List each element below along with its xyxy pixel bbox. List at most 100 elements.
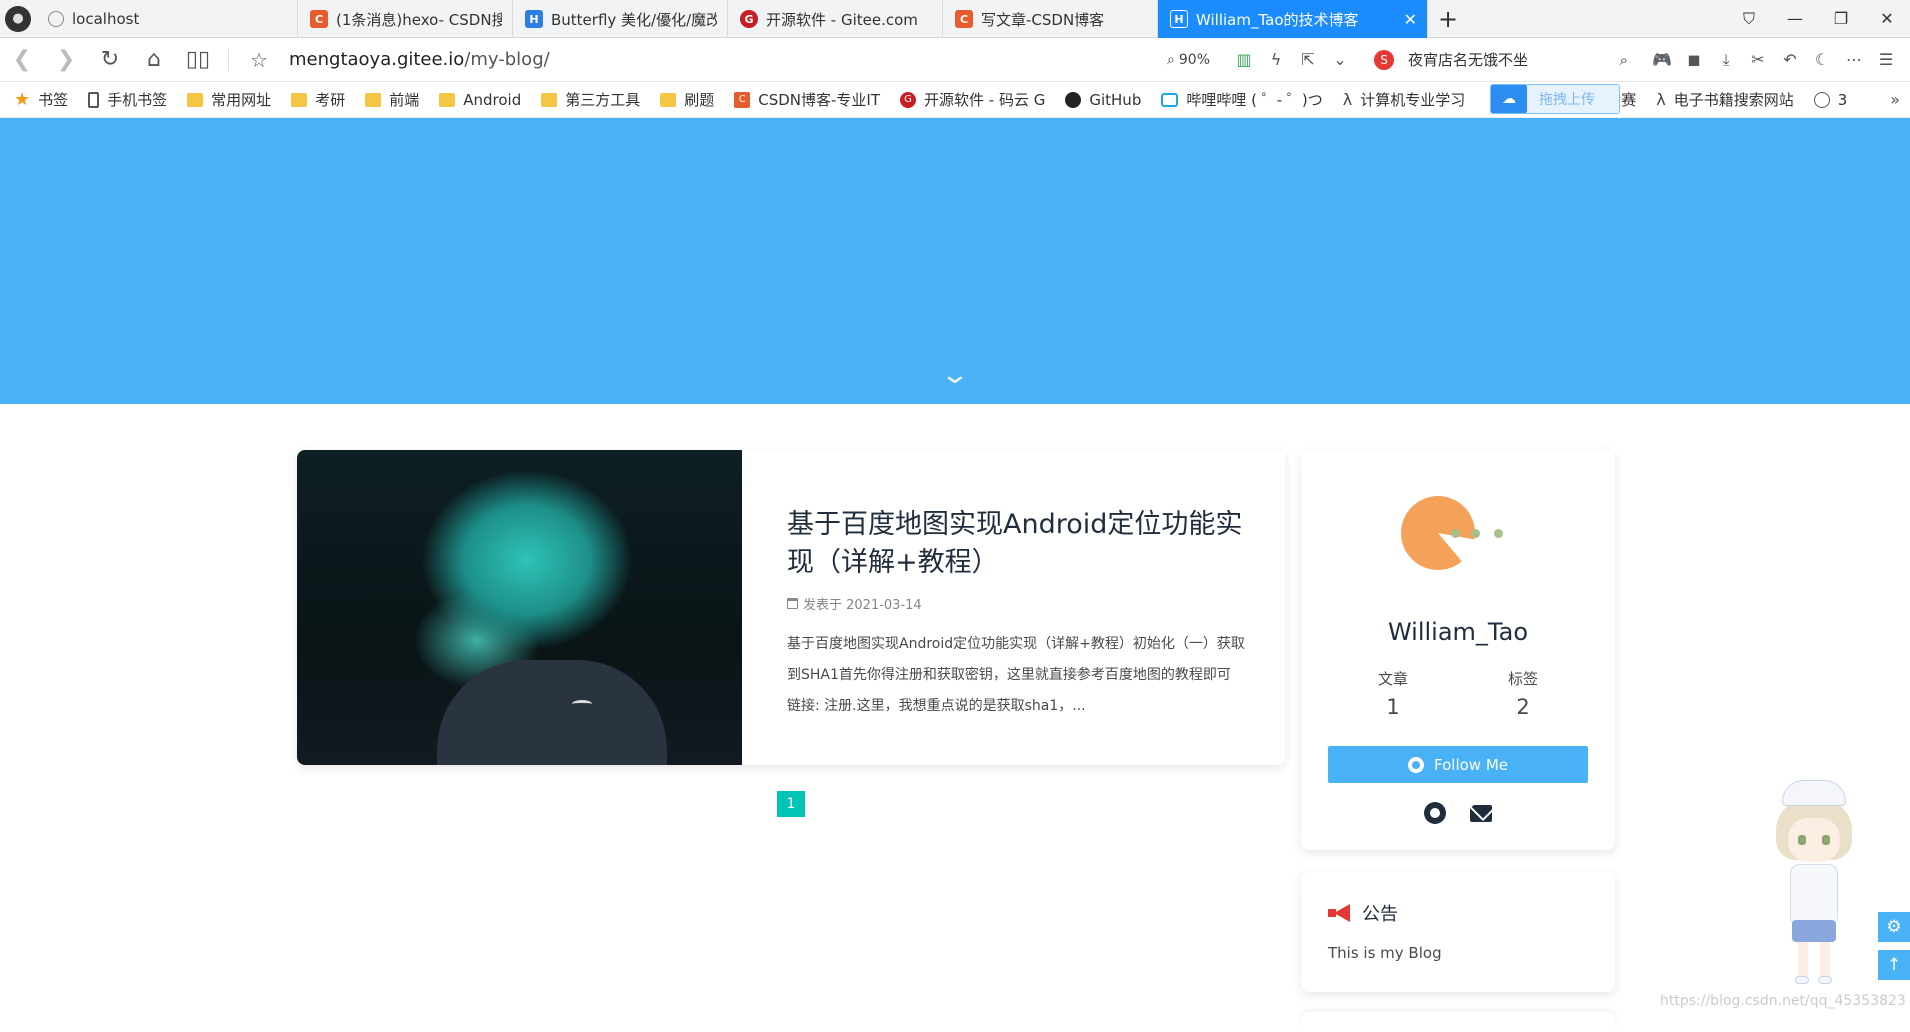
bookmark-item[interactable]: ★ 书签 xyxy=(14,89,68,110)
chevron-down-icon[interactable]: ⌄ xyxy=(1324,50,1356,69)
night-mode-icon[interactable]: ☾ xyxy=(1806,50,1838,69)
post-card[interactable]: 基于百度地图实现Android定位功能实现（详解+教程） 发表于 2021-03… xyxy=(297,450,1285,765)
restore-button[interactable]: ❐ xyxy=(1818,9,1864,28)
browser-tab-gitee[interactable]: G 开源软件 - Gitee.com xyxy=(728,0,943,38)
calendar-icon xyxy=(787,598,798,609)
bilibili-icon xyxy=(1161,92,1179,107)
home-button[interactable]: ⌂ xyxy=(132,47,176,72)
bookmark-folder[interactable]: 刷题 xyxy=(660,89,714,110)
bookmark-label: 前端 xyxy=(389,91,420,109)
hexo-icon: H xyxy=(1170,10,1188,28)
new-tab-button[interactable]: + xyxy=(1428,0,1468,37)
follow-me-button[interactable]: Follow Me xyxy=(1328,746,1588,783)
scroll-down-icon[interactable]: ⌄ xyxy=(940,360,971,390)
author-name: William_Tao xyxy=(1387,618,1529,646)
undo-icon[interactable]: ↶ xyxy=(1774,50,1806,69)
post-date: 发表于 2021-03-14 xyxy=(803,598,922,613)
tab-title: Butterfly 美化/優化/魔改 教程 xyxy=(551,10,717,29)
skin-icon[interactable]: ⛉ xyxy=(1726,9,1772,29)
more-icon[interactable]: ⋯ xyxy=(1838,50,1870,69)
watermark: https://blog.csdn.net/qq_45353823 xyxy=(1660,993,1906,1009)
folder-icon xyxy=(439,92,456,107)
folder-icon xyxy=(660,92,677,107)
bookmark-item[interactable]: λ 计算机专业学习 xyxy=(1343,89,1465,110)
bookmark-item[interactable]: 哔哩哔哩 ( ゜- ゜)つ xyxy=(1161,89,1323,110)
mascot-hat xyxy=(1782,780,1846,806)
search-input[interactable]: 夜宵店名无饿不坐 xyxy=(1408,49,1620,70)
bookmark-item[interactable]: 手机书签 xyxy=(88,89,167,110)
forward-button[interactable]: ❯ xyxy=(44,47,88,72)
game-icon[interactable]: 🎮 xyxy=(1646,50,1678,69)
address-bar[interactable]: mengtaoya.gitee.io/my-blog/ xyxy=(289,49,550,70)
tab-title: William_Tao的技术博客 xyxy=(1196,10,1359,29)
post-info: 基于百度地图实现Android定位功能实现（详解+教程） 发表于 2021-03… xyxy=(742,450,1285,765)
swoosh-icon xyxy=(572,700,592,708)
back-to-top-icon[interactable]: ↑ xyxy=(1878,950,1910,980)
reload-button[interactable]: ↻ xyxy=(88,47,132,72)
announcement-text: This is my Blog xyxy=(1328,944,1442,962)
share-icon[interactable]: ⇱ xyxy=(1292,50,1324,69)
bookmark-folder[interactable]: 常用网址 xyxy=(187,89,271,110)
mascot-shorts xyxy=(1792,920,1836,942)
bookmarks-overflow-icon[interactable]: » xyxy=(1890,90,1900,109)
gitee-icon: G xyxy=(900,91,917,108)
mascot-eye xyxy=(1822,835,1830,845)
browser-tab-blog[interactable]: H William_Tao的技术博客 ✕ xyxy=(1158,0,1428,38)
address-toolbar: ❮ ❯ ↻ ⌂ ▯▯ ☆ mengtaoya.gitee.io/my-blog/… xyxy=(0,38,1910,82)
mascot-face xyxy=(1788,818,1840,862)
pagination-current-page[interactable]: 1 xyxy=(777,791,805,817)
hero-banner: ⌄ xyxy=(0,118,1910,404)
stat-articles[interactable]: 文章 1 xyxy=(1368,668,1418,719)
lambda-icon: λ xyxy=(1656,90,1666,109)
stat-tags[interactable]: 标签 2 xyxy=(1498,668,1548,719)
search-engine-icon[interactable]: S xyxy=(1374,49,1394,70)
bookmark-item[interactable]: GitHub xyxy=(1065,91,1141,109)
bookmark-folder[interactable]: Android xyxy=(439,91,521,109)
browser-tab-csdn-write[interactable]: C 写文章-CSDN博客 xyxy=(943,0,1158,38)
search-icon[interactable]: ⌕ xyxy=(1620,51,1628,69)
search-box[interactable]: S 夜宵店名无饿不坐 ⌕ xyxy=(1366,45,1636,75)
reader-icon[interactable]: ▥ xyxy=(1228,50,1260,69)
drag-upload-popup[interactable]: ☁ 拖拽上传 xyxy=(1490,84,1620,114)
download-icon[interactable]: ⤓ xyxy=(1710,50,1742,70)
minimize-button[interactable]: — xyxy=(1772,9,1818,28)
bookmark-item[interactable]: C CSDN博客-专业IT xyxy=(734,89,880,110)
reading-mode-button[interactable]: ▯▯ xyxy=(176,47,220,72)
stat-label: 文章 xyxy=(1377,670,1408,688)
zoom-control[interactable]: ⌕ 90% xyxy=(1167,52,1210,68)
mascot-shoe xyxy=(1795,976,1809,984)
back-button[interactable]: ❮ xyxy=(0,47,44,72)
menu-icon[interactable]: ☰ xyxy=(1870,50,1902,69)
announcement-header: 公告 xyxy=(1328,900,1398,926)
folder-icon xyxy=(365,92,382,107)
bookmark-folder[interactable]: 第三方工具 xyxy=(541,89,640,110)
post-title[interactable]: 基于百度地图实现Android定位功能实现（详解+教程） xyxy=(787,506,1245,582)
bookmark-folder[interactable]: 前端 xyxy=(365,89,419,110)
browser-tab-butterfly[interactable]: H Butterfly 美化/優化/魔改 教程 xyxy=(513,0,728,38)
close-tab-icon[interactable]: ✕ xyxy=(1394,10,1417,29)
follow-label: Follow Me xyxy=(1434,755,1508,774)
scissors-icon[interactable]: ✂ xyxy=(1742,50,1774,69)
bookmark-item[interactable]: 3 xyxy=(1813,91,1847,109)
extension-icon[interactable]: ◼ xyxy=(1678,50,1710,69)
bookmark-folder[interactable]: 考研 xyxy=(291,89,345,110)
bookmark-label: 考研 xyxy=(315,91,346,109)
profile-button[interactable]: ● xyxy=(0,0,36,37)
envelope-icon[interactable] xyxy=(1470,805,1492,822)
settings-gear-icon[interactable]: ⚙ xyxy=(1878,912,1910,942)
flash-icon[interactable]: ϟ xyxy=(1260,50,1292,69)
bookmark-item[interactable]: λ 电子书籍搜索网站 xyxy=(1656,89,1793,110)
bookmark-item[interactable]: G 开源软件 - 码云 G xyxy=(900,89,1045,110)
stat-value: 1 xyxy=(1386,695,1400,719)
bookmark-label: 手机书签 xyxy=(107,91,168,109)
github-icon[interactable] xyxy=(1424,802,1446,824)
browser-tab-localhost[interactable]: localhost xyxy=(36,0,298,38)
browser-tab-csdn-search[interactable]: C (1条消息)hexo- CSDN搜索 xyxy=(298,0,513,38)
bookmark-star-icon[interactable]: ☆ xyxy=(237,48,281,72)
close-window-button[interactable]: ✕ xyxy=(1864,9,1910,28)
phone-icon xyxy=(88,91,100,108)
zoom-level: 90% xyxy=(1178,51,1210,68)
live2d-mascot[interactable] xyxy=(1768,780,1860,990)
post-cover-image[interactable] xyxy=(297,450,742,765)
globe-icon xyxy=(48,11,64,27)
